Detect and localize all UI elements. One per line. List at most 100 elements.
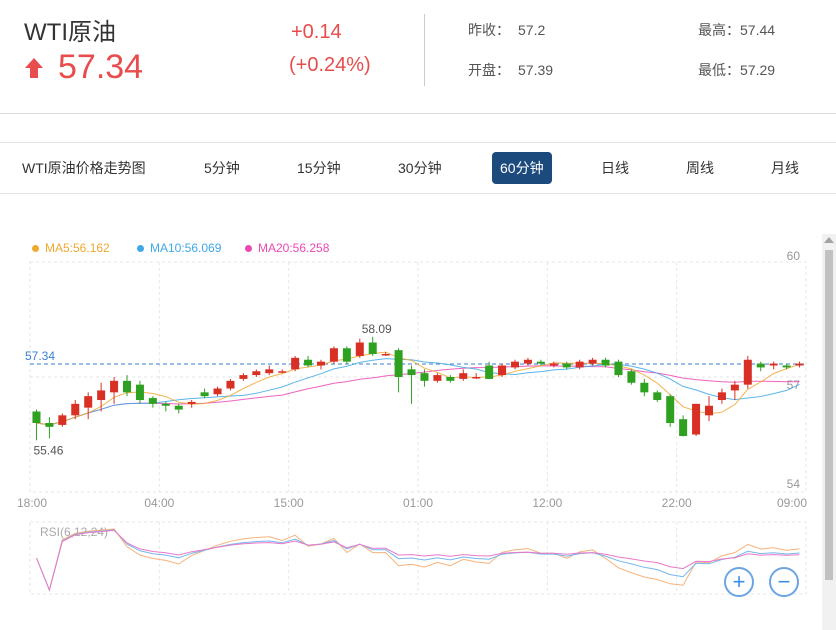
candle-body	[278, 371, 287, 373]
tab-15min[interactable]: 15分钟	[297, 152, 341, 184]
candle-body	[743, 359, 752, 385]
candle-body	[148, 398, 157, 404]
candle-body	[769, 363, 778, 366]
y-tick-label: 54	[787, 477, 801, 491]
candle-body	[717, 392, 726, 400]
arrow-up-icon	[25, 57, 43, 78]
candle-body	[588, 359, 597, 364]
candle-body	[381, 354, 390, 356]
candle-body	[679, 419, 688, 437]
candle-body	[756, 363, 765, 368]
open-value: 57.39	[518, 62, 554, 78]
min-price-label: 55.46	[33, 443, 63, 457]
candle-body	[58, 415, 67, 425]
candle-body	[485, 365, 494, 379]
max-price-label: 58.09	[362, 322, 392, 336]
tab-5min[interactable]: 5分钟	[204, 152, 240, 184]
zoom-in-button[interactable]: +	[724, 567, 754, 597]
candle-body	[640, 382, 649, 393]
x-tick-label: 09:00	[777, 496, 807, 510]
quote-header: WTI原油 57.34 +0.14 (+0.24%) 昨收： 57.2 开盘： 57…	[0, 0, 836, 114]
candle-body	[666, 396, 675, 423]
zoom-out-button[interactable]: −	[769, 567, 799, 597]
header-divider	[424, 14, 425, 86]
candle-body	[627, 371, 636, 383]
candle-body	[601, 359, 610, 366]
candle-body	[135, 384, 144, 400]
price-change-percent: (+0.24%)	[289, 54, 371, 76]
candle-body	[692, 403, 701, 435]
chart-title: WTI原油价格走势图	[22, 160, 146, 176]
y-tick-label: 60	[787, 249, 801, 263]
x-tick-label: 01:00	[403, 496, 433, 510]
x-tick-label: 15:00	[274, 496, 304, 510]
price-change: +0.14	[291, 21, 342, 43]
high-label: 最高：	[698, 22, 740, 38]
candle-body	[316, 361, 326, 366]
low-stat: 最低：57.29	[698, 60, 775, 80]
tab-monthly[interactable]: 月线	[771, 152, 799, 184]
prev-close-label: 昨收：	[468, 22, 510, 38]
tab-60min[interactable]: 60分钟	[492, 152, 552, 184]
tab-30min[interactable]: 30分钟	[398, 152, 442, 184]
open-stat: 开盘： 57.39	[468, 60, 553, 80]
current-price-label: 57.34	[25, 349, 55, 363]
candle-body	[498, 365, 507, 376]
open-label: 开盘：	[468, 62, 510, 78]
candle-body	[200, 392, 209, 397]
candle-body	[536, 361, 545, 364]
candle-body	[472, 377, 481, 379]
candle-body	[239, 375, 248, 379]
candle-body	[342, 348, 351, 362]
tab-weekly[interactable]: 周线	[686, 152, 714, 184]
x-tick-label: 12:00	[532, 496, 562, 510]
candle-body	[407, 369, 416, 376]
low-value: 57.29	[740, 62, 776, 78]
candle-body	[161, 403, 170, 406]
candle-body	[226, 380, 235, 389]
candlestick-chart[interactable]: 60575418:00 04:00 15:00 01:00 12:00 22:00 09:0…	[0, 196, 820, 630]
candle-body	[730, 384, 739, 391]
candle-body	[84, 396, 93, 408]
candle-body	[459, 373, 468, 379]
scrollbar[interactable]	[822, 234, 836, 630]
tab-daily[interactable]: 日线	[601, 152, 629, 184]
period-tabs: WTI原油价格走势图 5分钟 15分钟 30分钟 60分钟 日线 周线 月线	[0, 142, 836, 194]
candle-body	[265, 369, 274, 374]
candle-body	[368, 342, 377, 354]
price-row: 57.34	[24, 48, 143, 87]
candle-body	[782, 365, 791, 368]
prev-close-stat: 昨收： 57.2	[468, 20, 545, 40]
candle-body	[795, 363, 804, 366]
candle-body	[187, 401, 196, 404]
scrollbar-thumb[interactable]	[825, 250, 833, 580]
candle-body	[420, 373, 429, 381]
candle-body	[45, 423, 54, 427]
high-stat: 最高：57.44	[698, 20, 775, 40]
x-tick-label: 18:00	[17, 496, 47, 510]
candle-body	[174, 405, 183, 410]
candle-body	[510, 361, 520, 368]
candle-body	[446, 377, 455, 381]
price-chart-area: MA5:56.162 MA10:56.069 MA20:56.258 60 57 5…	[0, 196, 836, 630]
candle-body	[523, 359, 532, 364]
candle-body	[575, 361, 584, 368]
candle-body	[704, 405, 714, 416]
scroll-up-arrow-icon[interactable]	[824, 237, 834, 243]
low-label: 最低：	[698, 62, 740, 78]
candle-body	[394, 350, 403, 377]
candle-body	[252, 371, 261, 376]
x-tick-label: 22:00	[662, 496, 692, 510]
candle-body	[32, 411, 41, 423]
candle-body	[71, 403, 80, 416]
candle-body	[122, 380, 132, 393]
prev-close-value: 57.2	[518, 22, 546, 38]
candle-body	[97, 390, 106, 400]
candle-body	[614, 361, 623, 376]
candle-body	[653, 392, 662, 400]
candle-body	[291, 357, 300, 370]
candle-body	[355, 342, 364, 356]
candle-body	[304, 359, 313, 366]
high-value: 57.44	[740, 22, 776, 38]
candle-body	[562, 363, 571, 368]
